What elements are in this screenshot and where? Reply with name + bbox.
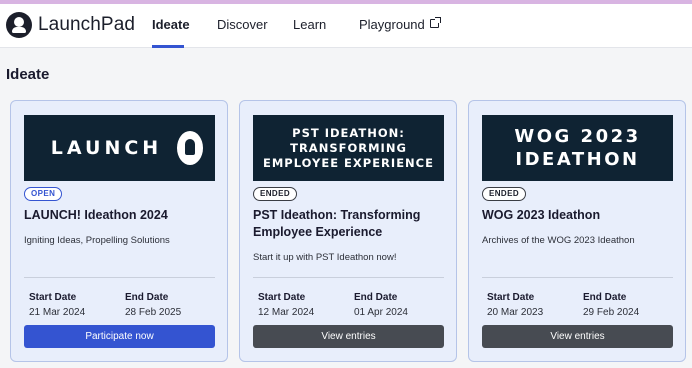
top-navbar: LaunchPad Ideate Discover Learn Playgrou… — [0, 4, 692, 48]
end-date-label: End Date — [354, 292, 398, 303]
event-banner: PST IDEATHON: TRANSFORMING EMPLOYEE EXPE… — [253, 115, 444, 181]
external-link-icon — [429, 17, 441, 28]
nav-tab-playground-label: Playground — [359, 17, 425, 32]
start-date-label: Start Date — [29, 292, 77, 303]
active-tab-indicator — [152, 45, 184, 48]
view-entries-button[interactable]: View entries — [253, 325, 444, 348]
divider — [24, 277, 215, 278]
event-description: Start it up with PST Ideathon now! — [253, 252, 397, 263]
event-card-wog: WOG 2023 IDEATHON ENDED WOG 2023 Ideatho… — [468, 100, 686, 362]
event-title: WOG 2023 Ideathon — [482, 208, 601, 222]
event-card-launch: LAUNCH OPEN LAUNCH! Ideathon 2024 Igniti… — [10, 100, 228, 362]
event-title: LAUNCH! Ideathon 2024 — [24, 208, 168, 222]
start-date-label: Start Date — [258, 292, 306, 303]
event-title: PST Ideathon: Transforming Employee Expe… — [253, 208, 421, 239]
end-date-label: End Date — [125, 292, 169, 303]
start-date-label: Start Date — [487, 292, 535, 303]
divider — [253, 277, 444, 278]
start-date-value: 21 Mar 2024 — [29, 307, 86, 318]
view-entries-button[interactable]: View entries — [482, 325, 673, 348]
banner-text: WOG 2023 IDEATHON — [514, 126, 641, 170]
start-date-value: 12 Mar 2024 — [258, 307, 315, 318]
launchpad-logo[interactable]: LaunchPad — [6, 12, 135, 38]
end-date-label: End Date — [583, 292, 627, 303]
divider — [482, 277, 673, 278]
logo-avatar-icon — [6, 12, 32, 38]
nav-tab-learn[interactable]: Learn — [293, 17, 326, 32]
event-banner: LAUNCH — [24, 115, 215, 181]
start-date-value: 20 Mar 2023 — [487, 307, 544, 318]
status-badge: OPEN — [24, 187, 63, 201]
page-title: Ideate — [6, 66, 50, 83]
event-description: Igniting Ideas, Propelling Solutions — [24, 235, 170, 246]
rocket-icon — [177, 131, 203, 165]
event-banner: WOG 2023 IDEATHON — [482, 115, 673, 181]
participate-now-button[interactable]: Participate now — [24, 325, 215, 348]
event-description: Archives of the WOG 2023 Ideathon — [482, 235, 635, 246]
banner-text: LAUNCH — [50, 137, 163, 159]
status-badge: ENDED — [482, 187, 527, 201]
nav-tab-ideate[interactable]: Ideate — [152, 17, 190, 32]
nav-tab-discover[interactable]: Discover — [217, 17, 268, 32]
end-date-value: 29 Feb 2024 — [583, 307, 640, 318]
banner-text: PST IDEATHON: TRANSFORMING EMPLOYEE EXPE… — [263, 125, 434, 170]
nav-tab-playground[interactable]: Playground — [359, 17, 441, 32]
status-badge: ENDED — [253, 187, 298, 201]
app-name: LaunchPad — [38, 14, 136, 35]
end-date-value: 28 Feb 2025 — [125, 307, 182, 318]
end-date-value: 01 Apr 2024 — [354, 307, 408, 318]
event-card-pst: PST IDEATHON: TRANSFORMING EMPLOYEE EXPE… — [239, 100, 457, 362]
